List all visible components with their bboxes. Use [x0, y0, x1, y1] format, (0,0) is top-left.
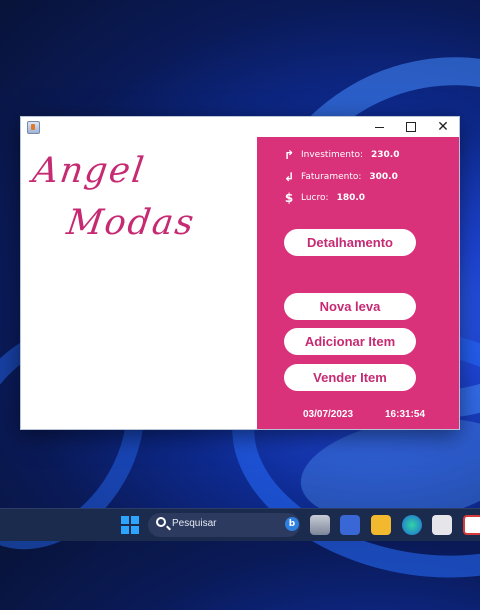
java-app-icon: [27, 121, 40, 134]
windows-logo-tile: [121, 526, 129, 534]
windows-logo-tile: [131, 516, 139, 524]
minimize-button[interactable]: [363, 117, 395, 137]
start-button[interactable]: [121, 516, 139, 534]
stat-label: Lucro:: [301, 193, 329, 203]
arrow-up-right-icon: ↱: [283, 148, 295, 162]
stat-value: 300.0: [369, 172, 398, 182]
adicionar-item-button[interactable]: Adicionar Item: [284, 328, 416, 355]
stat-label: Investimento:: [301, 150, 364, 160]
microsoft-store-icon[interactable]: [432, 515, 452, 535]
nova-leva-button[interactable]: Nova leva: [284, 293, 416, 320]
stat-investimento: ↱ Investimento: 230.0: [284, 147, 400, 163]
file-explorer-icon[interactable]: [371, 515, 391, 535]
maximize-icon: [406, 122, 416, 132]
current-date: 03/07/2023: [303, 409, 354, 420]
dashboard-panel: ↱ Investimento: 230.0 ↲ Faturamento: 300…: [257, 137, 459, 429]
arrow-down-left-icon: ↲: [283, 170, 295, 184]
taskbar-search[interactable]: Pesquisar b: [148, 513, 300, 537]
logo-text-angel: Angel: [30, 151, 148, 191]
stat-lucro: $ Lucro: 180.0: [285, 190, 366, 206]
taskbar: Pesquisar b: [0, 508, 480, 541]
logo-text-modas: Modas: [64, 203, 198, 243]
teams-meet-icon[interactable]: [340, 515, 360, 535]
stat-value: 230.0: [371, 150, 400, 160]
close-button[interactable]: ✕: [427, 117, 459, 137]
windows-logo-tile: [121, 516, 129, 524]
stat-value: 180.0: [336, 193, 366, 203]
vender-item-button[interactable]: Vender Item: [284, 364, 416, 391]
windows-logo-tile: [131, 526, 139, 534]
detalhamento-button[interactable]: Detalhamento: [284, 229, 416, 256]
bing-icon[interactable]: b: [285, 517, 299, 531]
search-icon: [156, 517, 166, 527]
edge-browser-icon[interactable]: [402, 515, 422, 535]
search-placeholder: Pesquisar: [172, 518, 217, 529]
stat-label: Faturamento:: [301, 172, 362, 182]
stat-faturamento: ↲ Faturamento: 300.0: [284, 169, 398, 185]
maximize-button[interactable]: [395, 117, 427, 137]
title-bar[interactable]: ✕: [21, 117, 459, 137]
minimize-icon: [374, 126, 384, 128]
current-time: 16:31:54: [385, 409, 426, 420]
office-icon[interactable]: [463, 515, 480, 535]
close-icon: ✕: [437, 119, 449, 135]
app-window: ✕ Angel Modas ↱ Investimento: 230.0 ↲ Fa…: [20, 116, 460, 430]
logo-area: Angel Modas: [21, 137, 257, 429]
task-view-icon[interactable]: [310, 515, 330, 535]
dollar-icon: $: [284, 191, 294, 205]
